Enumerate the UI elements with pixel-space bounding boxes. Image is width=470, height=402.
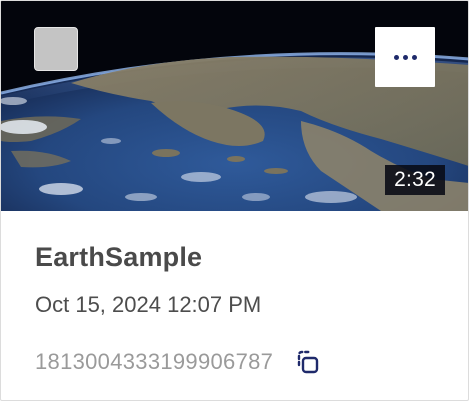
media-card[interactable]: 2:32 EarthSample Oct 15, 2024 12:07 PM 1… bbox=[0, 0, 469, 401]
asset-id: 1813004333199906787 bbox=[35, 349, 274, 374]
video-thumbnail[interactable]: 2:32 bbox=[1, 1, 468, 211]
copy-id-button[interactable] bbox=[291, 346, 323, 378]
more-horizontal-icon bbox=[393, 54, 417, 60]
asset-date: Oct 15, 2024 12:07 PM bbox=[35, 292, 262, 317]
copy-icon bbox=[297, 350, 319, 374]
asset-id-row: 1813004333199906787 bbox=[35, 346, 323, 378]
more-options-button[interactable] bbox=[375, 27, 435, 87]
select-checkbox[interactable] bbox=[34, 27, 78, 71]
asset-title[interactable]: EarthSample bbox=[35, 242, 202, 273]
duration-badge: 2:32 bbox=[385, 165, 445, 195]
